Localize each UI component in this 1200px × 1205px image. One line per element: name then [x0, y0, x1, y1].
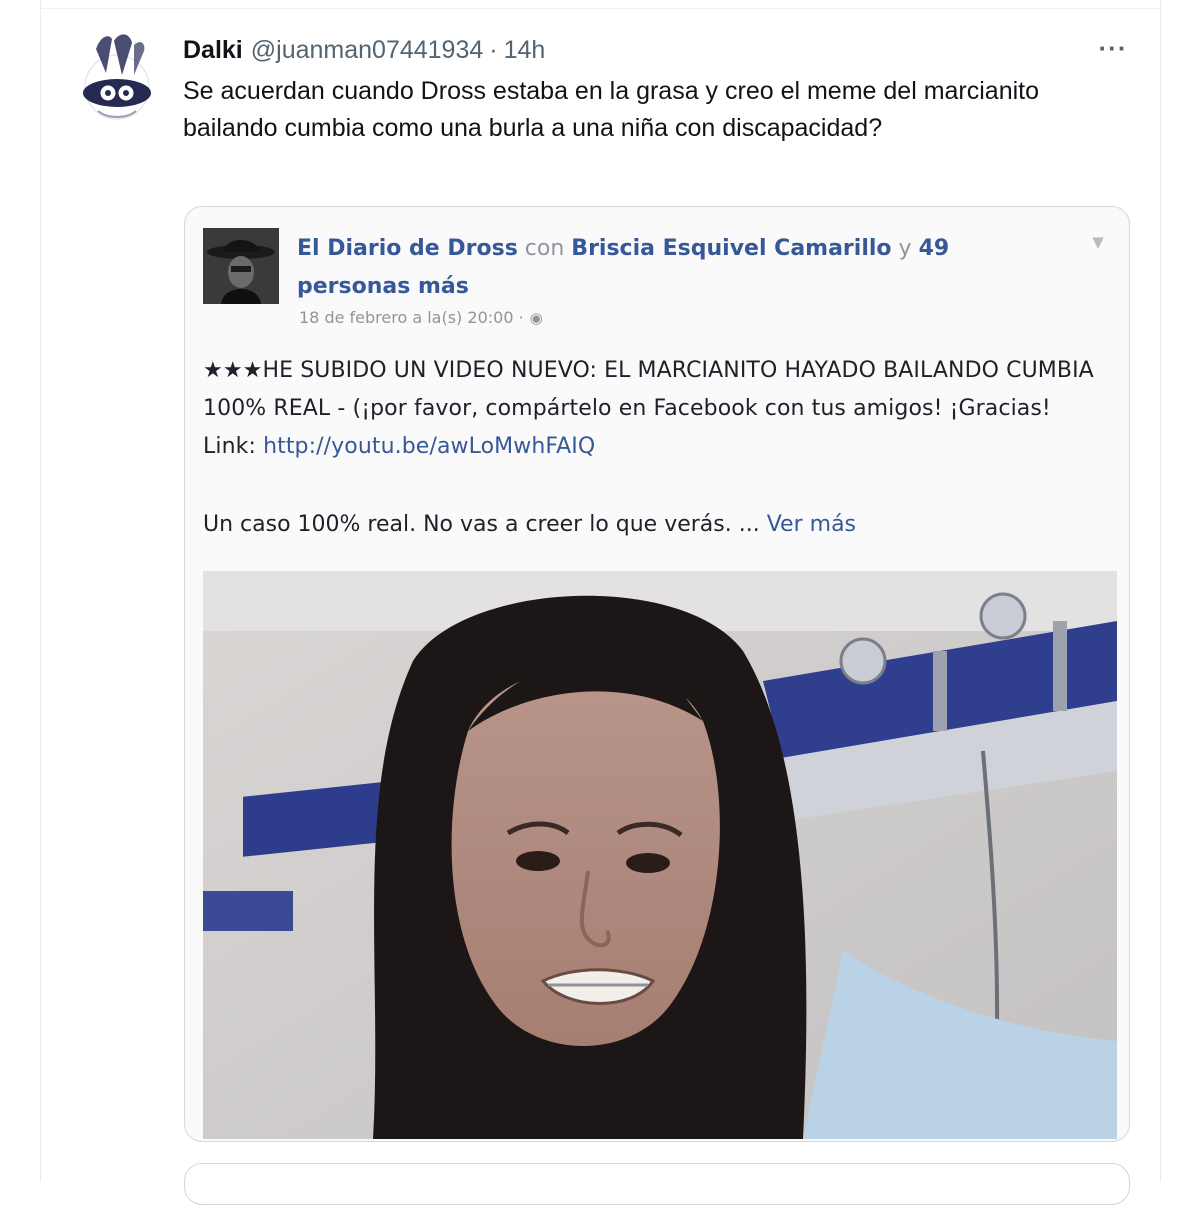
- more-options-icon[interactable]: ···: [1096, 33, 1130, 63]
- fb-post-date: 18 de febrero a la(s) 20:00 · ◉: [299, 308, 543, 327]
- header-separator: ·: [489, 36, 498, 64]
- fb-summary-text: Un caso 100% real. No vas a creer lo que…: [203, 512, 760, 537]
- fb-date-text: 18 de febrero a la(s) 20:00 ·: [299, 308, 524, 327]
- next-quoted-card-edge: [184, 1163, 1130, 1205]
- fb-see-more-link: Ver más: [766, 512, 857, 537]
- tweet[interactable]: Dalki @juanman07441934 · 14h ··· Se acue…: [40, 9, 1160, 1205]
- avatar-logo-icon: [83, 34, 151, 120]
- fb-page-avatar: [203, 228, 279, 304]
- fb-audience-icon: ◉: [529, 309, 543, 327]
- quoted-media-card[interactable]: El Diario de Dross con Briscia Esquivel …: [184, 206, 1130, 1142]
- tweet-text: Se acuerdan cuando Dross estaba en la gr…: [183, 77, 1040, 142]
- fb-post-body: ★★★HE SUBIDO UN VIDEO NUEVO: EL MARCIANI…: [203, 352, 1103, 466]
- fb-and-word: y: [898, 236, 912, 261]
- tweet-timestamp[interactable]: 14h: [504, 36, 546, 65]
- author-handle[interactable]: @juanman07441934: [251, 36, 484, 65]
- fb-video-link: http://youtu.be/awLoMwhFAIQ: [263, 434, 596, 459]
- fb-page-name: El Diario de Dross: [297, 236, 518, 261]
- fb-post-summary: Un caso 100% real. No vas a creer lo que…: [203, 512, 856, 537]
- fb-chevron-down-icon: ▼: [1092, 233, 1104, 251]
- fb-post-announcement: ★★★HE SUBIDO UN VIDEO NUEVO: EL MARCIANI…: [203, 358, 1094, 421]
- fb-link-label: Link:: [203, 434, 256, 459]
- facebook-post-screenshot: El Diario de Dross con Briscia Esquivel …: [185, 207, 1129, 1141]
- cowboy-hat-avatar-icon: [203, 228, 279, 304]
- fb-post-header: El Diario de Dross con Briscia Esquivel …: [297, 230, 1037, 306]
- tweet-header: Dalki @juanman07441934 · 14h: [183, 36, 545, 66]
- fb-with-word: con: [524, 236, 565, 261]
- author-name[interactable]: Dalki: [183, 36, 243, 65]
- author-avatar[interactable]: [74, 29, 160, 125]
- timeline-right-border: [1160, 0, 1161, 1181]
- fb-post-photo: [203, 571, 1117, 1139]
- fb-tagged-person: Briscia Esquivel Camarillo: [571, 236, 892, 261]
- hospital-selfie-photo: [203, 571, 1117, 1139]
